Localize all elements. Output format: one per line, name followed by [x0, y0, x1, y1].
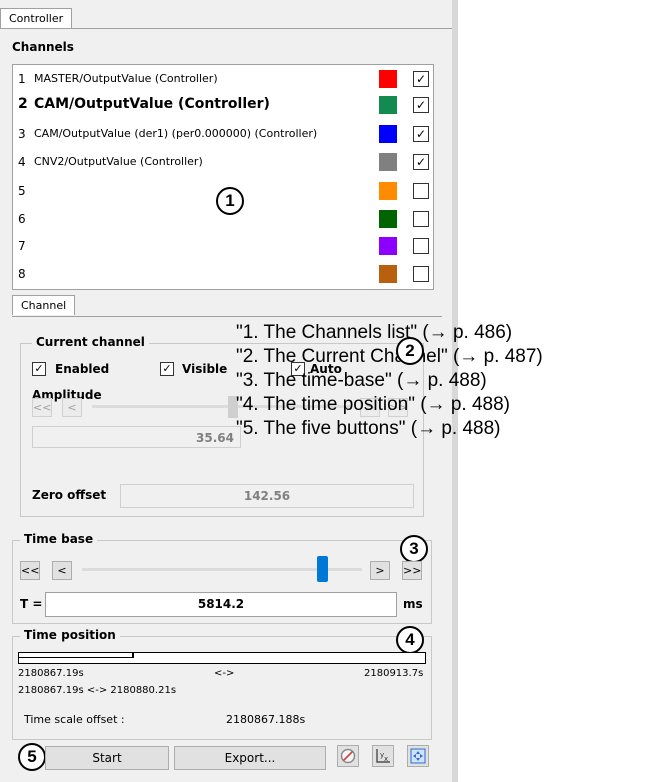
amplitude-prev-button[interactable]: < — [62, 398, 82, 417]
channel-row[interactable]: 7 — [13, 232, 433, 260]
channel-row[interactable]: 8 — [13, 260, 433, 288]
tab-divider — [0, 28, 452, 29]
visible-checkbox[interactable]: ✓ — [160, 362, 174, 376]
channel-color-swatch[interactable] — [379, 210, 397, 228]
channel-visible-checkbox[interactable] — [413, 266, 429, 282]
channel-visible-checkbox[interactable]: ✓ — [413, 126, 429, 142]
timebase-t-label: T = — [20, 597, 43, 611]
channel-number: 2 — [18, 96, 28, 112]
channel-row[interactable]: 2 CAM/OutputValue (Controller) ✓ — [13, 91, 433, 119]
channel-number: 5 — [18, 184, 26, 198]
enabled-label: Enabled — [55, 362, 110, 376]
channel-label: CAM/OutputValue (der1) (per0.000000) (Co… — [34, 127, 318, 140]
tab-channel[interactable]: Channel — [12, 295, 76, 315]
callout-2: 2 — [396, 337, 424, 365]
channel-row[interactable]: 4 CNV2/OutputValue (Controller) ✓ — [13, 148, 433, 176]
channel-number: 7 — [18, 239, 26, 253]
channel-color-swatch[interactable] — [379, 237, 397, 255]
channel-visible-checkbox[interactable] — [413, 211, 429, 227]
channel-visible-checkbox[interactable] — [413, 238, 429, 254]
timebase-last-button[interactable]: >> — [402, 561, 422, 580]
fit-view-icon — [410, 748, 426, 764]
annotation-2: "2. The Current Channel" (→ p. 487) — [236, 346, 543, 367]
channel-color-swatch[interactable] — [379, 125, 397, 143]
timebase-slider-thumb[interactable] — [317, 556, 328, 582]
timebase-prev-button[interactable]: < — [52, 561, 72, 580]
zero-offset-label: Zero offset — [32, 488, 107, 502]
channel-row[interactable]: 3 CAM/OutputValue (der1) (per0.000000) (… — [13, 120, 433, 148]
fit-view-button[interactable] — [407, 745, 429, 767]
time-position-left: 2180867.19s — [18, 668, 84, 679]
channel-visible-checkbox[interactable]: ✓ — [413, 71, 429, 87]
channel-color-swatch[interactable] — [379, 70, 397, 88]
channel-label: CNV2/OutputValue (Controller) — [34, 155, 203, 168]
time-position-range: 2180867.19s <-> 2180880.21s — [18, 685, 177, 696]
channel-label: MASTER/OutputValue (Controller) — [34, 72, 218, 85]
current-channel-header: Current channel — [32, 335, 149, 349]
channel-number: 3 — [18, 127, 26, 141]
channel-visible-checkbox[interactable]: ✓ — [413, 97, 429, 113]
zero-offset-field[interactable]: 142.56 — [120, 484, 414, 508]
annotation-1: "1. The Channels list" (→ p. 486) — [236, 322, 513, 343]
start-button[interactable]: Start — [45, 746, 169, 770]
callout-4: 4 — [396, 626, 424, 654]
callout-1: 1 — [216, 187, 244, 215]
svg-text:x: x — [384, 755, 388, 763]
time-position-right: 2180913.7s — [364, 668, 424, 679]
channel-number: 4 — [18, 155, 26, 169]
channels-header: Channels — [12, 40, 74, 54]
timebase-next-button[interactable]: > — [370, 561, 390, 580]
channel-visible-checkbox[interactable]: ✓ — [413, 154, 429, 170]
tab-divider — [12, 316, 442, 317]
time-base-header: Time base — [20, 532, 98, 546]
time-position-mid: <-> — [214, 668, 235, 679]
enabled-checkbox[interactable]: ✓ — [32, 362, 46, 376]
annotation-3: "3. The time-base" (→ p. 488) — [236, 370, 487, 391]
timebase-unit: ms — [403, 597, 423, 611]
annotation-5: "5. The five buttons" (→ p. 488) — [236, 418, 501, 439]
annotation-4: "4. The time position" (→ p. 488) — [236, 394, 510, 415]
callout-5: 5 — [18, 743, 46, 771]
axis-settings-button[interactable]: yx — [372, 745, 394, 767]
channel-label: CAM/OutputValue (Controller) — [34, 96, 270, 112]
amplitude-first-button[interactable]: << — [32, 398, 52, 417]
channel-number: 8 — [18, 267, 26, 281]
visible-label: Visible — [182, 362, 228, 376]
channel-color-swatch[interactable] — [379, 153, 397, 171]
channel-color-swatch[interactable] — [379, 96, 397, 114]
tab-controller[interactable]: Controller — [0, 8, 73, 28]
channels-list[interactable]: 1 MASTER/OutputValue (Controller) ✓ 2 CA… — [12, 64, 434, 290]
timebase-value-field[interactable]: 5814.2 — [45, 592, 397, 617]
time-scale-offset-value: 2180867.188s — [226, 713, 306, 726]
axis-icon: yx — [376, 749, 390, 763]
time-scale-offset-label: Time scale offset : — [24, 713, 125, 726]
channel-color-swatch[interactable] — [379, 182, 397, 200]
reset-button[interactable] — [337, 745, 359, 767]
export-button[interactable]: Export... — [174, 746, 326, 770]
channel-number: 1 — [18, 72, 26, 86]
time-position-header: Time position — [20, 628, 120, 642]
channel-visible-checkbox[interactable] — [413, 183, 429, 199]
amplitude-value-field[interactable]: 35.64 — [32, 426, 241, 448]
channel-color-swatch[interactable] — [379, 265, 397, 283]
callout-3: 3 — [400, 535, 428, 563]
reset-icon — [340, 748, 356, 764]
timebase-first-button[interactable]: << — [20, 561, 40, 580]
time-position-window[interactable] — [18, 652, 134, 658]
channel-number: 6 — [18, 212, 26, 226]
channel-row[interactable]: 1 MASTER/OutputValue (Controller) ✓ — [13, 65, 433, 93]
